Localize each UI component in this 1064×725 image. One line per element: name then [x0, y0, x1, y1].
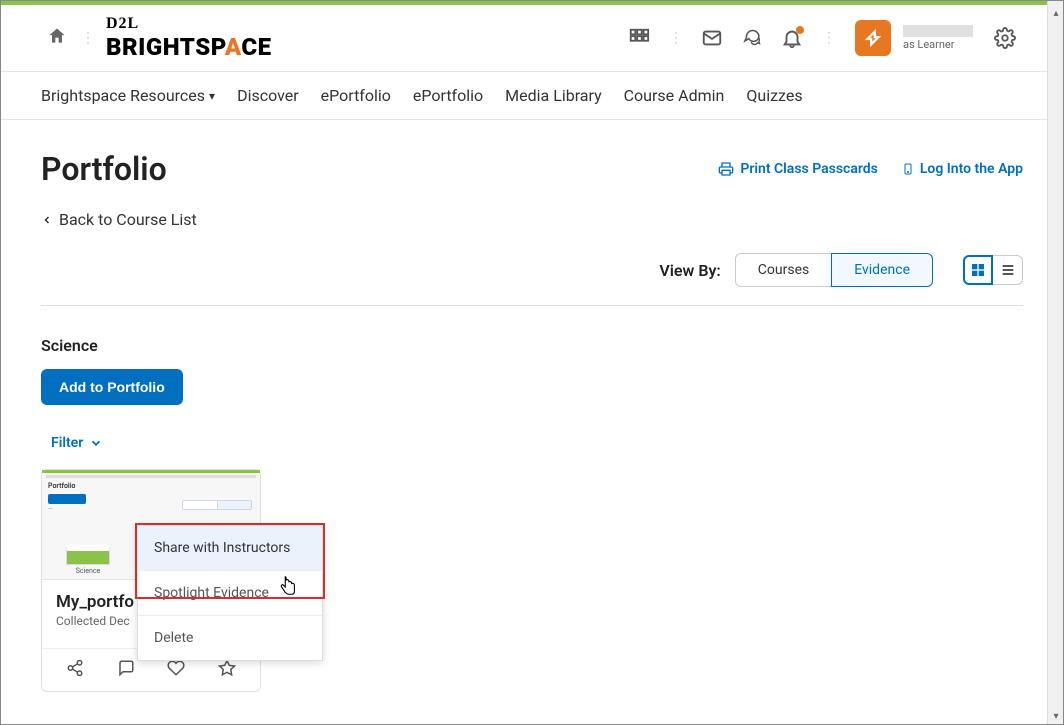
logo-d2l: D2L [106, 15, 272, 33]
filter-dropdown[interactable]: Filter [51, 435, 1023, 451]
chevron-down-icon: ▾ [209, 89, 215, 103]
add-to-portfolio-button[interactable]: Add to Portfolio [41, 369, 183, 405]
view-by-label: View By: [659, 261, 720, 280]
logo-a: A [225, 33, 242, 61]
view-by-evidence[interactable]: Evidence [831, 253, 933, 287]
nav-label: Brightspace Resources [41, 86, 205, 105]
heart-icon[interactable] [167, 659, 185, 681]
thumb-portfolio-label: Portfolio [48, 482, 254, 490]
logo-brightspace: BRIGHTSPACE [106, 33, 272, 61]
brightspace-logo: D2L BRIGHTSPACE [106, 15, 272, 61]
messages-icon[interactable] [734, 20, 770, 56]
notification-dot [796, 26, 804, 34]
user-block[interactable]: as Learner [903, 25, 973, 51]
menu-share-with-instructors[interactable]: Share with Instructors [138, 526, 322, 571]
nav-media-library[interactable]: Media Library [505, 86, 601, 105]
card-context-menu: Share with Instructors Spotlight Evidenc… [137, 525, 323, 661]
view-by-row: View By: Courses Evidence [41, 253, 1023, 306]
title-actions: Print Class Passcards Log Into the App [718, 161, 1023, 177]
chevron-down-icon [89, 436, 103, 450]
nav-discover[interactable]: Discover [237, 86, 299, 105]
user-avatar-icon[interactable] [855, 20, 891, 56]
separator-dots: ⋮ [822, 30, 835, 46]
scrollbar-down-arrow[interactable]: ▾ [1048, 708, 1064, 724]
filter-label: Filter [51, 435, 83, 451]
thumb-subject-label: Science [76, 567, 100, 575]
apps-grid-icon[interactable] [621, 20, 657, 56]
print-passcards-link[interactable]: Print Class Passcards [718, 161, 877, 177]
comment-icon[interactable] [117, 659, 135, 681]
title-row: Portfolio Print Class Passcards Log Into… [41, 150, 1023, 188]
print-link-label: Print Class Passcards [740, 161, 877, 177]
back-to-course-list[interactable]: Back to Course List [41, 210, 1023, 229]
back-link-label: Back to Course List [59, 210, 197, 229]
menu-delete[interactable]: Delete [138, 616, 322, 660]
mail-icon[interactable] [694, 20, 730, 56]
nav-course-admin[interactable]: Course Admin [624, 86, 725, 105]
home-icon[interactable] [41, 20, 73, 56]
nav-bar: Brightspace Resources ▾ Discover ePortfo… [1, 72, 1063, 120]
header-icon-group: ⋮ ⋮ as Learner [621, 20, 1023, 56]
logo-pre: BRIGHTSP [106, 33, 225, 61]
list-view-button[interactable] [993, 255, 1023, 285]
star-icon[interactable] [218, 659, 236, 681]
view-by-courses[interactable]: Courses [735, 253, 831, 287]
separator-dots: ⋮ [669, 30, 682, 46]
chevron-left-icon [41, 214, 53, 226]
share-icon[interactable] [66, 659, 84, 681]
login-app-label: Log Into the App [920, 161, 1023, 177]
subject-heading: Science [41, 336, 1023, 355]
user-role-label: as Learner [903, 38, 973, 51]
nav-brightspace-resources[interactable]: Brightspace Resources ▾ [41, 86, 215, 105]
view-by-segmented: Courses Evidence [735, 253, 933, 287]
nav-eportfolio-2[interactable]: ePortfolio [413, 86, 483, 105]
view-layout-toggle [963, 255, 1023, 285]
user-name-placeholder [903, 25, 973, 37]
gear-icon[interactable] [987, 20, 1023, 56]
nav-eportfolio-1[interactable]: ePortfolio [321, 86, 391, 105]
grid-view-button[interactable] [963, 255, 993, 285]
login-app-link[interactable]: Log Into the App [902, 161, 1023, 177]
nav-quizzes[interactable]: Quizzes [746, 86, 802, 105]
menu-spotlight-evidence[interactable]: Spotlight Evidence [138, 571, 322, 616]
logo-post: CE [241, 33, 271, 61]
notifications-icon[interactable] [774, 20, 810, 56]
scrollbar-vertical[interactable]: ▴ ▾ [1047, 1, 1063, 724]
scrollbar-thumb[interactable] [1049, 21, 1063, 701]
separator-dots: ⋮ [81, 30, 94, 46]
scrollbar-up-arrow[interactable]: ▴ [1048, 5, 1064, 21]
top-header: ⋮ D2L BRIGHTSPACE ⋮ ⋮ as Learner [1, 5, 1063, 72]
page-title: Portfolio [41, 150, 167, 188]
